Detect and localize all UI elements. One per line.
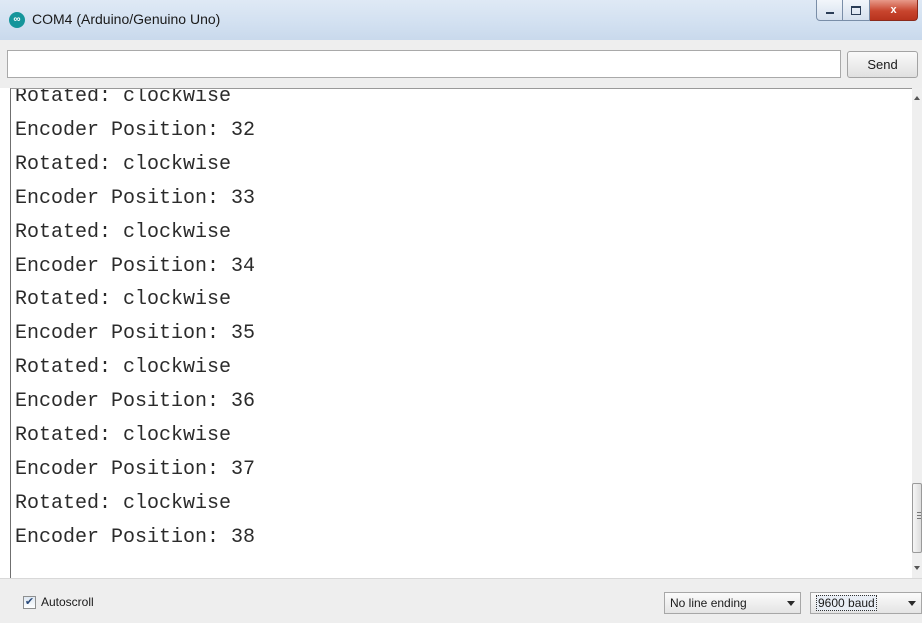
serial-output[interactable]: Rotated: clockwise Encoder Position: 32 … bbox=[10, 88, 913, 579]
close-icon: x bbox=[890, 4, 897, 16]
vertical-scrollbar[interactable] bbox=[912, 88, 922, 578]
serial-input[interactable] bbox=[7, 50, 841, 78]
scroll-down-icon[interactable] bbox=[914, 566, 920, 570]
window-controls: x bbox=[816, 0, 918, 22]
chevron-down-icon bbox=[782, 600, 800, 606]
arduino-logo-icon: ∞ bbox=[9, 12, 25, 28]
title-bar: ∞ COM4 (Arduino/Genuino Uno) x bbox=[0, 0, 922, 41]
maximize-icon bbox=[851, 5, 861, 15]
baud-rate-select[interactable]: 9600 baud bbox=[810, 592, 922, 614]
send-row: Send bbox=[0, 40, 922, 88]
minimize-button[interactable] bbox=[816, 0, 843, 21]
checkmark-icon: ✔ bbox=[24, 595, 35, 608]
minimize-icon bbox=[825, 12, 834, 14]
chevron-down-icon bbox=[903, 600, 921, 606]
maximize-button[interactable] bbox=[843, 0, 870, 21]
scroll-up-icon[interactable] bbox=[914, 96, 920, 100]
autoscroll-checkbox[interactable]: ✔ bbox=[23, 595, 36, 609]
window-title: COM4 (Arduino/Genuino Uno) bbox=[32, 11, 221, 27]
line-ending-select[interactable]: No line ending bbox=[664, 592, 801, 614]
line-ending-value: No line ending bbox=[670, 596, 747, 610]
bottom-bar: ✔ Autoscroll No line ending 9600 baud bbox=[0, 578, 922, 623]
autoscroll-label: Autoscroll bbox=[41, 595, 94, 609]
serial-output-text: Rotated: clockwise Encoder Position: 32 … bbox=[15, 88, 256, 549]
autoscroll-toggle[interactable]: ✔ Autoscroll bbox=[23, 595, 94, 609]
send-button[interactable]: Send bbox=[847, 51, 918, 78]
grip-icon bbox=[917, 512, 921, 513]
close-button[interactable]: x bbox=[870, 0, 918, 21]
scrollbar-thumb[interactable] bbox=[912, 483, 922, 553]
baud-rate-value: 9600 baud bbox=[816, 595, 877, 611]
